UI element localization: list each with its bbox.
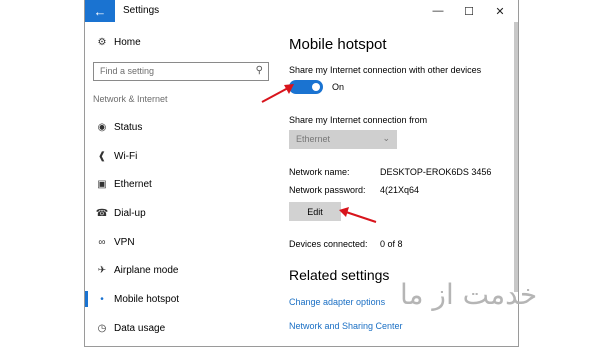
toggle-state-label: On — [332, 82, 345, 92]
search-placeholder: Find a setting — [100, 66, 155, 76]
sidebar-item-label: Airplane mode — [114, 264, 179, 276]
group-label: Network & Internet — [93, 94, 168, 104]
page-title: Mobile hotspot — [289, 36, 387, 53]
watermark: خدمت از ما — [400, 278, 538, 311]
ethernet-icon: ▣ — [97, 178, 107, 190]
sidebar-item-label: Data usage — [114, 322, 166, 334]
share-from-select[interactable]: Ethernet ⌄ — [289, 130, 397, 149]
globe-icon: ◉ — [97, 121, 107, 133]
sidebar: ⚙ Home Find a setting ⚲ Network & Intern… — [85, 22, 275, 346]
sidebar-item-home[interactable]: ⚙ Home — [85, 32, 275, 52]
sidebar-item-label: Ethernet — [114, 178, 152, 190]
network-sharing-center-link[interactable]: Network and Sharing Center — [289, 321, 403, 331]
sidebar-item-data-usage[interactable]: ◷ Data usage — [85, 318, 275, 338]
toggle-knob — [312, 83, 320, 91]
sidebar-item-label: VPN — [114, 236, 135, 248]
sidebar-item-mobile-hotspot[interactable]: • Mobile hotspot — [85, 289, 275, 309]
sidebar-item-airplane-mode[interactable]: ✈ Airplane mode — [85, 260, 275, 280]
data-usage-icon: ◷ — [97, 322, 107, 334]
airplane-icon: ✈ — [97, 264, 107, 276]
network-name-value: DESKTOP-EROK6DS 3456 — [380, 167, 492, 177]
share-label: Share my Internet connection with other … — [289, 65, 482, 75]
search-input[interactable]: Find a setting ⚲ — [93, 62, 269, 81]
window-title: Settings — [123, 5, 160, 16]
edit-button[interactable]: Edit — [289, 202, 341, 221]
wifi-icon: ❰ — [97, 150, 107, 162]
minimize-button[interactable]: — — [423, 2, 453, 20]
close-icon: ✕ — [495, 5, 505, 18]
sidebar-item-label: Home — [114, 36, 141, 48]
network-name-label: Network name: — [289, 167, 350, 177]
network-password-label: Network password: — [289, 185, 366, 195]
hotspot-icon: • — [100, 293, 104, 305]
minimize-icon: — — [432, 5, 444, 17]
share-from-label: Share my Internet connection from — [289, 115, 428, 125]
sidebar-item-vpn[interactable]: ∞ VPN — [85, 232, 275, 252]
related-settings-title: Related settings — [289, 267, 390, 283]
scrollbar[interactable] — [514, 22, 518, 292]
sidebar-item-label: Dial-up — [114, 207, 146, 219]
sidebar-item-status[interactable]: ◉ Status — [85, 117, 275, 137]
sidebar-item-ethernet[interactable]: ▣ Ethernet — [85, 174, 275, 194]
sidebar-item-dialup[interactable]: ☎ Dial-up — [85, 203, 275, 223]
maximize-button[interactable]: ☐ — [454, 2, 484, 20]
vpn-icon: ∞ — [98, 236, 106, 248]
annotation-arrow-edit — [339, 207, 377, 223]
back-button[interactable]: ← — [85, 0, 115, 22]
close-button[interactable]: ✕ — [485, 2, 515, 20]
gear-icon: ⚙ — [97, 36, 107, 48]
change-adapter-options-link[interactable]: Change adapter options — [289, 297, 385, 307]
dialup-icon: ☎ — [95, 207, 109, 219]
share-from-value: Ethernet — [296, 134, 331, 144]
devices-connected-label: Devices connected: — [289, 239, 368, 249]
back-arrow-icon: ← — [93, 3, 107, 19]
network-password-value: 4(21Xq64 — [380, 185, 420, 195]
annotation-arrow-toggle — [261, 84, 294, 103]
sidebar-item-label: Mobile hotspot — [114, 293, 180, 305]
search-icon: ⚲ — [255, 65, 263, 76]
devices-connected-value: 0 of 8 — [380, 239, 403, 249]
sidebar-item-label: Wi-Fi — [114, 150, 138, 162]
sidebar-item-wifi[interactable]: ❰ Wi-Fi — [85, 146, 275, 166]
maximize-icon: ☐ — [464, 5, 474, 18]
chevron-down-icon: ⌄ — [382, 133, 390, 143]
active-indicator — [85, 291, 88, 307]
title-bar: ← Settings — ☐ ✕ — [85, 0, 518, 22]
sidebar-item-label: Status — [114, 121, 143, 133]
